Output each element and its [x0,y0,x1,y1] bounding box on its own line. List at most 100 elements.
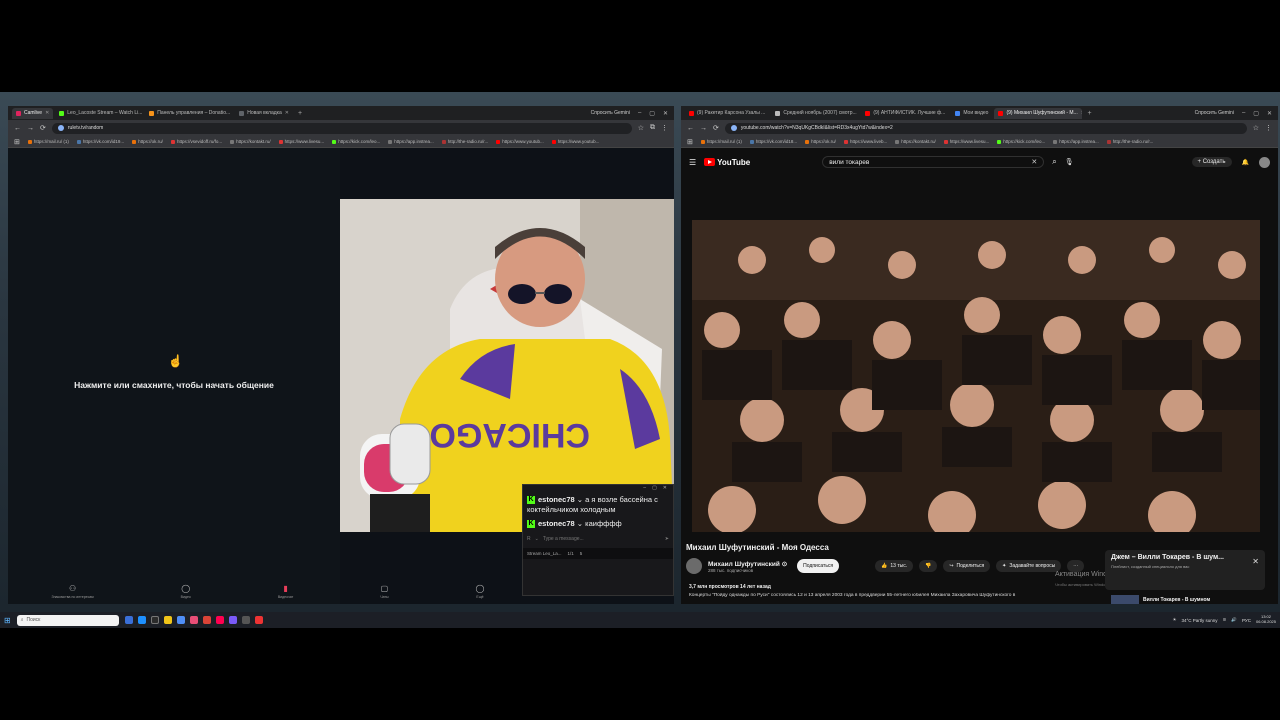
explorer-icon[interactable] [163,616,172,624]
chat-platform-icon[interactable]: R [527,536,531,542]
channel-avatar[interactable] [686,558,702,574]
nav-videochat[interactable]: ▮ Видеочат [278,584,293,599]
obs-icon[interactable] [241,616,250,624]
bookmark-item[interactable]: https://www.livesu... [278,139,324,144]
minimize-icon[interactable]: – [638,110,641,117]
close-icon[interactable]: ✕ [1081,110,1083,116]
bookmark-item[interactable]: https://kick.com/leo... [332,139,380,144]
minimize-icon[interactable]: – [643,485,646,493]
site-info-icon[interactable] [57,125,64,131]
bookmark-item[interactable]: https://mail.ru/ (1) [700,139,742,144]
new-tab-icon[interactable]: + [1084,110,1094,117]
recommended-video[interactable]: Вилли Токарев - В шумном [1111,594,1261,604]
taskbar-search[interactable]: ⌕ Поиск [16,614,119,626]
bookmark-item[interactable]: https://kick.com/leo... [997,139,1045,144]
app-icon[interactable] [189,616,198,624]
gemini-button[interactable]: Спросить Gemini [1189,110,1240,116]
extensions-icon[interactable]: ⧉ [650,124,655,132]
bookmark-item[interactable]: http://the-radio.ru/r... [441,139,488,144]
bookmark-item[interactable]: https://app.instrea... [1053,139,1099,144]
menu-icon[interactable]: ⋮ [1265,124,1272,132]
microphone-icon[interactable]: 🎙 [1065,158,1074,166]
tiktok-icon[interactable] [215,616,224,624]
clock[interactable]: 13:02 06.08.2025 [1256,614,1276,625]
close-window-icon[interactable]: ✕ [663,110,668,117]
right-tab-3[interactable]: Мои видео [951,108,992,119]
left-tab-2[interactable]: Панель управления – Donatio...✕ [145,108,233,119]
volume-icon[interactable]: 🔊 [1231,617,1237,623]
nav-interests[interactable]: ⚇ Знакомства по интересам [51,584,93,599]
bookmark-item[interactable]: https://www.youtub... [551,139,599,144]
bookmark-item[interactable]: https://ok.ru/ [805,139,836,144]
bookmark-item[interactable]: https://vsevidoff.ru/fo... [170,139,222,144]
back-icon[interactable]: ← [14,125,21,132]
maximize-icon[interactable]: ▢ [649,110,655,117]
address-bar[interactable]: ruletv.tv/random [51,122,632,134]
right-tab-1[interactable]: Средний ноябрь (2007) смотр... [771,108,859,119]
task-view-icon[interactable] [124,616,133,624]
hamburger-menu-icon[interactable]: ☰ [689,158,696,167]
videochat-start-pane[interactable]: ☝ Нажмите или смахните, чтобы начать общ… [8,148,340,604]
left-tab-0[interactable]: Camlive ✕ [12,107,54,119]
clear-search-icon[interactable]: ✕ [1031,158,1037,166]
search-input[interactable]: вили токарев ✕ [822,156,1045,168]
right-tab-4[interactable]: (9) Михаил Шуфутинский - М...✕ [994,107,1083,119]
close-window-icon[interactable]: ✕ [1267,110,1272,117]
steam-icon[interactable] [150,616,159,624]
bookmark-item[interactable]: https://www.youtub... [496,139,544,144]
discord-icon[interactable] [228,616,237,624]
ask-button[interactable]: ✦ Задавайте вопросы [996,560,1062,572]
reload-icon[interactable]: ⟳ [40,124,46,132]
weather-icon[interactable]: ☀ [1172,617,1176,623]
chrome-icon[interactable] [202,616,211,624]
gemini-button[interactable]: Спросить Gemini [585,110,636,116]
bookmark-item[interactable]: https://app.instrea... [388,139,434,144]
bookmark-item[interactable]: https://www.liveb... [843,139,887,144]
stream-label[interactable]: Stream Leo_La... [527,551,562,556]
new-tab-icon[interactable]: + [295,110,305,117]
maximize-icon[interactable]: ▢ [1253,110,1259,117]
weather-text[interactable]: 34°C Partly sunny [1181,618,1217,623]
send-icon[interactable]: ➤ [665,536,669,542]
nav-video[interactable]: ◯ Видео [181,584,191,599]
address-bar[interactable]: youtube.com/watch?v=N3qUKgCBdkI&list=RD3… [724,122,1247,134]
bookmark-item[interactable]: https://kontakt.ru/ [230,139,271,144]
back-icon[interactable]: ← [687,125,694,132]
video-player[interactable] [692,220,1260,532]
reload-icon[interactable]: ⟳ [713,124,719,132]
subscribe-button[interactable]: Подписаться [797,559,840,573]
minimize-icon[interactable]: – [1242,110,1245,117]
chat-username[interactable]: estonec78 [538,519,575,528]
like-button[interactable]: 👍 13 тыс. [875,560,914,572]
close-icon[interactable]: ✕ [1252,557,1259,566]
bookmark-item[interactable]: https://vk.com/id18... [749,139,797,144]
apps-icon[interactable]: ⊞ [687,138,693,146]
bookmark-item[interactable]: http://the-radio.ru/r... [1106,139,1153,144]
right-tab-2[interactable]: (9) АНТИФИСТИК. Лучшие ф... [861,108,949,119]
site-info-icon[interactable] [730,125,737,131]
left-tab-1[interactable]: Leo_Lacoste Stream – Watch Li...✕ [55,108,143,119]
chat-username[interactable]: estonec78 [538,495,575,504]
right-tab-0[interactable]: (9) Ракетир Карсона Узалы ... [685,108,769,119]
close-icon[interactable]: ✕ [285,110,289,116]
forward-icon[interactable]: → [27,125,34,132]
bookmark-item[interactable]: https://kontakt.ru/ [895,139,936,144]
bookmark-item[interactable]: https://mail.ru/ (1) [27,139,69,144]
recorder-icon[interactable] [254,616,263,624]
left-tab-3[interactable]: Новая вкладка ✕ [235,108,293,119]
bookmark-star-icon[interactable]: ☆ [1253,124,1259,132]
wifi-icon[interactable]: ≋ [1223,617,1227,623]
notifications-bell-icon[interactable]: 🔔 [1242,159,1249,166]
apps-icon[interactable]: ⊞ [14,138,20,146]
video-description[interactable]: Концерты "Пойду однажды по Руси" состоял… [689,593,1099,598]
nav-more[interactable]: ◯ Ещё [476,584,485,599]
menu-icon[interactable]: ⋮ [661,124,668,132]
close-icon[interactable]: ✕ [663,485,667,493]
mix-playlist-popup[interactable]: Джем – Вилли Токарев - В шум... Плейлист… [1105,550,1265,590]
browser-icon[interactable] [176,616,185,624]
dislike-button[interactable]: 👎 [919,560,938,572]
popout-icon[interactable]: ▢ [652,485,657,493]
language-indicator[interactable]: РУС [1242,618,1251,623]
bookmark-star-icon[interactable]: ☆ [638,124,644,132]
close-icon[interactable]: ✕ [45,110,49,116]
